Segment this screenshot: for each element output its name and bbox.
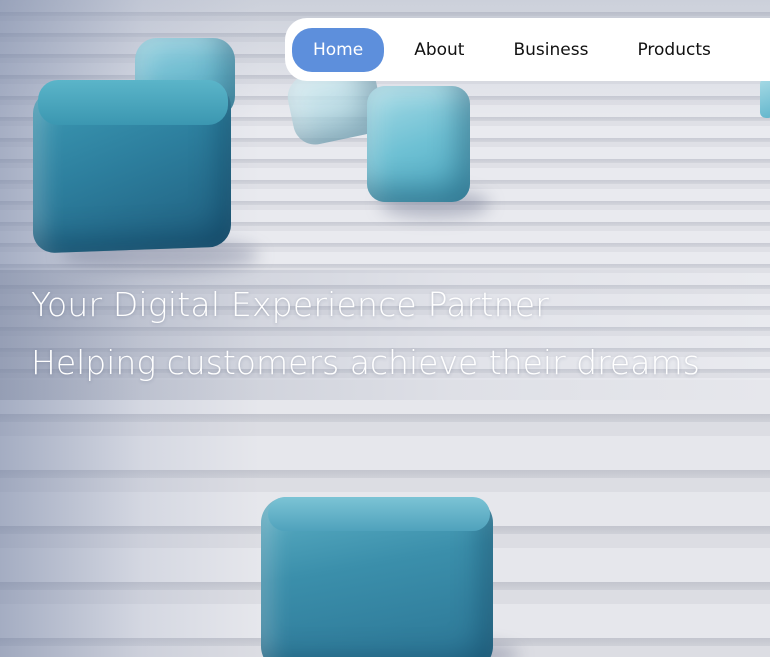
decorative-cube-top — [268, 497, 490, 531]
nav-item-about[interactable]: About — [393, 28, 485, 72]
hero-headline: Your Digital Experience Partner — [31, 285, 549, 324]
main-nav: Home About Business Products — [285, 18, 770, 81]
decorative-cube — [367, 86, 470, 202]
decorative-cube — [760, 78, 770, 118]
hero-section: Home About Business Products Your Digita… — [0, 0, 770, 657]
nav-item-home[interactable]: Home — [292, 27, 385, 72]
nav-item-products[interactable]: Products — [616, 28, 731, 72]
nav-item-business[interactable]: Business — [492, 28, 609, 72]
decorative-cube-top — [38, 80, 228, 125]
hero-subline: Helping customers achieve their dreams — [31, 343, 700, 382]
